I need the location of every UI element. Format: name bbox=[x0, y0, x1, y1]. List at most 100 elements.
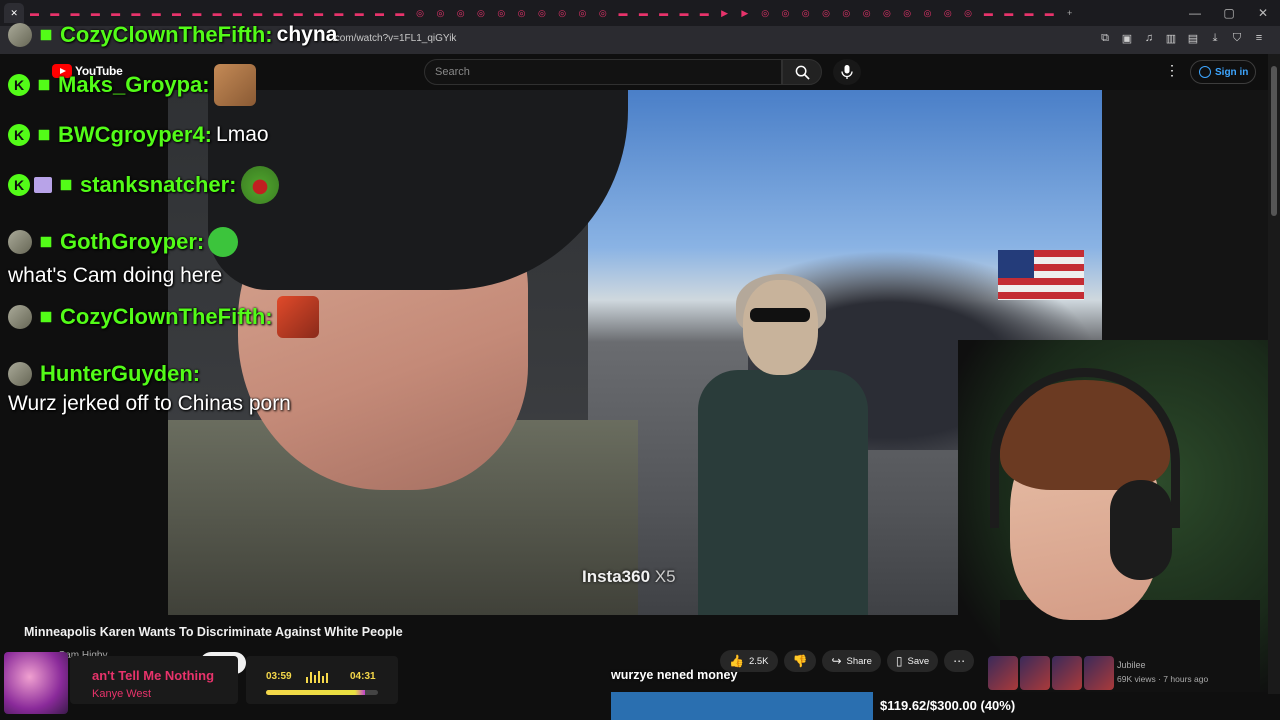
tab[interactable]: ▬ bbox=[694, 3, 714, 23]
tab[interactable]: ◎ bbox=[958, 3, 978, 23]
related-meta: 69K views · 7 hours ago bbox=[1117, 674, 1209, 684]
tab[interactable]: ▬ bbox=[288, 3, 308, 23]
search-input[interactable]: Search bbox=[424, 59, 782, 85]
music-icon[interactable]: ♫ bbox=[1142, 31, 1156, 45]
diamond-badge-icon bbox=[35, 306, 56, 327]
chat-message: CozyClownTheFifth: bbox=[8, 296, 319, 338]
album-cover bbox=[4, 652, 68, 714]
tab[interactable]: ◎ bbox=[471, 3, 491, 23]
watermark-model: X5 bbox=[654, 567, 676, 586]
close-window-icon[interactable]: ✕ bbox=[1246, 0, 1280, 26]
tab[interactable]: ▬ bbox=[248, 3, 268, 23]
tab[interactable]: ◎ bbox=[511, 3, 531, 23]
minimize-icon[interactable]: — bbox=[1178, 0, 1212, 26]
url-rest: .com/watch?v=1FL1_qiGYik bbox=[332, 33, 457, 44]
tab[interactable]: ▬ bbox=[633, 3, 653, 23]
share-button[interactable]: ↪ Share bbox=[822, 650, 881, 672]
tab[interactable]: ◎ bbox=[897, 3, 917, 23]
tab[interactable]: ▬ bbox=[105, 3, 125, 23]
tab[interactable]: ◎ bbox=[593, 3, 613, 23]
wallet-icon[interactable]: ▤ bbox=[1186, 31, 1200, 45]
diamond-badge-icon bbox=[35, 231, 56, 252]
tab[interactable]: ◎ bbox=[917, 3, 937, 23]
voice-search-button[interactable] bbox=[833, 59, 861, 85]
tab[interactable]: ◎ bbox=[816, 3, 836, 23]
screenshot-icon[interactable]: ▣ bbox=[1120, 31, 1134, 45]
chat-message: K stanksnatcher: bbox=[8, 166, 279, 204]
download-icon[interactable]: ⤓ bbox=[1208, 31, 1222, 45]
video-woman-glasses bbox=[750, 308, 810, 322]
chat-username: CozyClownTheFifth: bbox=[60, 304, 273, 329]
tab[interactable]: ◎ bbox=[552, 3, 572, 23]
kick-badge-icon: K bbox=[8, 174, 30, 196]
tab[interactable]: ▬ bbox=[369, 3, 389, 23]
menu-icon[interactable]: ≡ bbox=[1252, 31, 1266, 45]
video-woman-coat bbox=[698, 370, 868, 615]
sign-in-button[interactable]: Sign in bbox=[1190, 60, 1256, 84]
tab[interactable]: ▬ bbox=[146, 3, 166, 23]
tab[interactable]: ◎ bbox=[796, 3, 816, 23]
tab[interactable]: ▬ bbox=[329, 3, 349, 23]
tab[interactable]: ▬ bbox=[24, 3, 44, 23]
tab[interactable]: ◎ bbox=[572, 3, 592, 23]
tab[interactable]: ▬ bbox=[999, 3, 1019, 23]
tab[interactable]: ◎ bbox=[856, 3, 876, 23]
tab[interactable]: ◎ bbox=[491, 3, 511, 23]
scrollbar-thumb[interactable] bbox=[1271, 66, 1277, 216]
related-channel[interactable]: Jubilee bbox=[1117, 660, 1146, 670]
search-button[interactable] bbox=[782, 59, 822, 85]
song-artist: Kanye West bbox=[92, 688, 152, 700]
like-count: 2.5K bbox=[748, 655, 769, 667]
tab[interactable]: ◎ bbox=[532, 3, 552, 23]
tab[interactable]: ▬ bbox=[390, 3, 410, 23]
new-tab-plus-icon[interactable]: + bbox=[1059, 3, 1079, 23]
tab[interactable]: ◎ bbox=[938, 3, 958, 23]
extensions-icon[interactable]: ⧉ bbox=[1098, 31, 1112, 45]
more-options-icon[interactable]: ⋮ bbox=[1164, 62, 1180, 82]
tab[interactable]: ▬ bbox=[45, 3, 65, 23]
tab[interactable]: ▬ bbox=[126, 3, 146, 23]
tab[interactable]: ◎ bbox=[430, 3, 450, 23]
related-thumbnail[interactable] bbox=[988, 656, 1114, 690]
tab[interactable]: ▶ bbox=[735, 3, 755, 23]
song-title: an't Tell Me Nothing bbox=[92, 668, 215, 683]
tab[interactable]: ◎ bbox=[755, 3, 775, 23]
tab[interactable]: ▬ bbox=[308, 3, 328, 23]
kick-badge-icon: K bbox=[8, 124, 30, 146]
song-progress-bar bbox=[266, 690, 378, 695]
page-scrollbar[interactable] bbox=[1268, 54, 1280, 694]
tab[interactable]: ▬ bbox=[187, 3, 207, 23]
tab[interactable]: ▬ bbox=[654, 3, 674, 23]
tab[interactable]: ◎ bbox=[451, 3, 471, 23]
tab[interactable]: ◎ bbox=[836, 3, 856, 23]
more-actions-button[interactable]: ⋯ bbox=[944, 650, 975, 672]
tab[interactable]: ▬ bbox=[613, 3, 633, 23]
tab[interactable]: ▬ bbox=[978, 3, 998, 23]
chat-text: Lmao bbox=[216, 123, 269, 146]
chat-avatar bbox=[8, 305, 32, 329]
tab[interactable]: ▬ bbox=[166, 3, 186, 23]
tab[interactable]: ▬ bbox=[227, 3, 247, 23]
shield-icon[interactable]: ⛉ bbox=[1230, 31, 1244, 45]
diamond-badge-icon bbox=[35, 24, 56, 45]
tab[interactable]: ▶ bbox=[714, 3, 734, 23]
sidebar-icon[interactable]: ▥ bbox=[1164, 31, 1178, 45]
tab[interactable]: ▬ bbox=[85, 3, 105, 23]
sign-in-label: Sign in bbox=[1215, 66, 1249, 78]
kick-badge-icon: K bbox=[8, 74, 30, 96]
save-button[interactable]: ▯ Save bbox=[886, 650, 939, 672]
maximize-icon[interactable]: ▢ bbox=[1212, 0, 1246, 26]
tab[interactable]: ▬ bbox=[207, 3, 227, 23]
tab[interactable]: ▬ bbox=[1019, 3, 1039, 23]
tab[interactable]: ▬ bbox=[65, 3, 85, 23]
tab[interactable]: ▬ bbox=[349, 3, 369, 23]
tab[interactable]: ▬ bbox=[1039, 3, 1059, 23]
tab-close-icon[interactable]: ✕ bbox=[4, 3, 25, 23]
tab[interactable]: ◎ bbox=[410, 3, 430, 23]
thumb-face bbox=[1052, 656, 1082, 690]
tab[interactable]: ◎ bbox=[877, 3, 897, 23]
tab[interactable]: ▬ bbox=[674, 3, 694, 23]
dislike-button[interactable]: 👎 bbox=[783, 650, 817, 672]
tab[interactable]: ▬ bbox=[268, 3, 288, 23]
tab[interactable]: ◎ bbox=[775, 3, 795, 23]
